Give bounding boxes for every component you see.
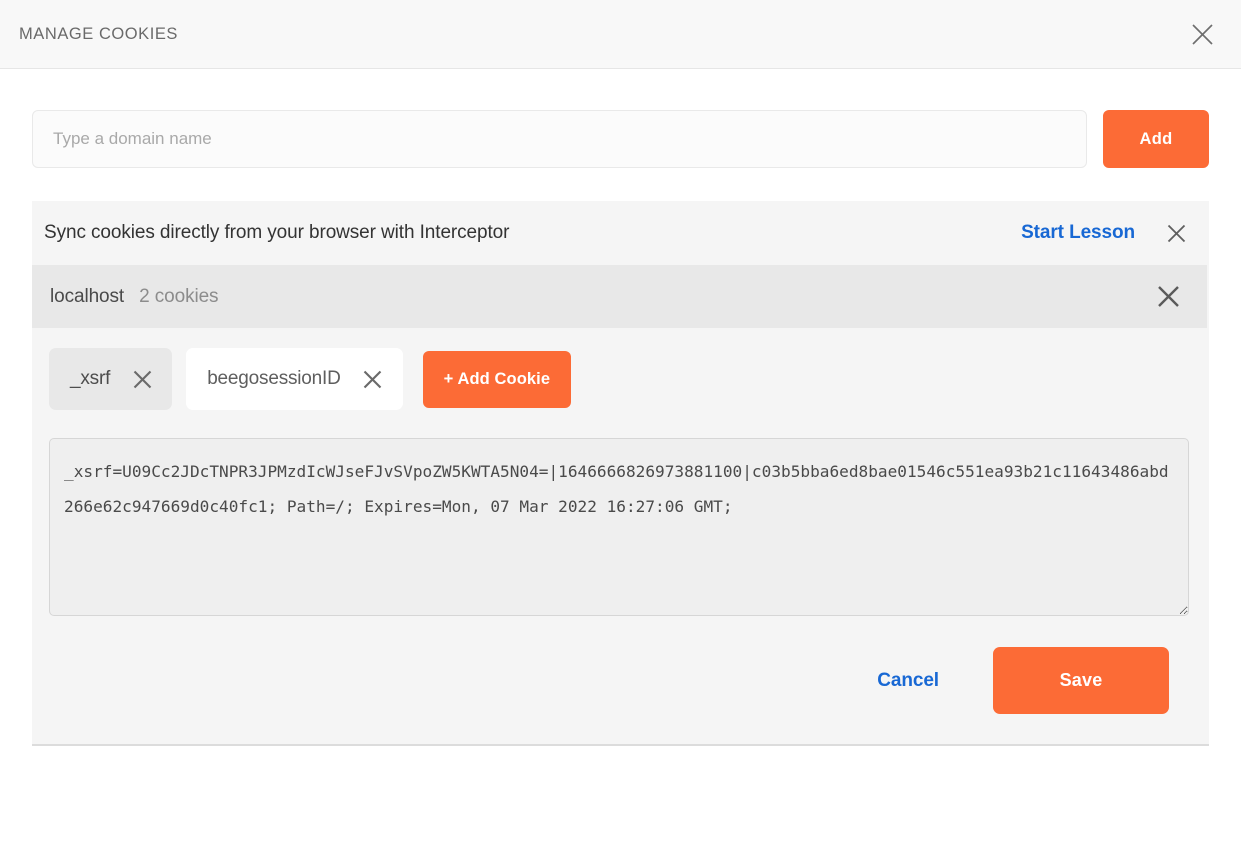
cookie-value-textarea[interactable] [49, 438, 1189, 616]
remove-domain-close-icon[interactable] [1153, 282, 1183, 312]
save-button[interactable]: Save [993, 647, 1169, 714]
modal-header: MANAGE COOKIES [0, 0, 1241, 69]
cookie-chip-label: _xsrf [70, 368, 111, 389]
cookie-chip-xsrf[interactable]: _xsrf [49, 348, 173, 410]
close-icon[interactable] [1185, 17, 1219, 51]
interceptor-banner-text: Sync cookies directly from your browser … [44, 222, 510, 243]
domain-group-header: localhost 2 cookies [32, 265, 1207, 328]
footer-actions: Cancel Save [49, 616, 1189, 744]
domain-cookie-count: 2 cookies [139, 285, 219, 307]
page-title: MANAGE COOKIES [19, 24, 178, 43]
domain-add-row: Add [32, 110, 1209, 168]
cookies-panel: Sync cookies directly from your browser … [32, 201, 1209, 746]
cancel-button[interactable]: Cancel [871, 669, 945, 693]
add-domain-button[interactable]: Add [1103, 110, 1209, 168]
remove-cookie-close-icon[interactable] [130, 367, 154, 391]
cookie-chip-beegosessionid[interactable]: beegosessionID [186, 348, 403, 410]
domain-group-name: localhost [50, 285, 125, 307]
add-cookie-button[interactable]: + Add Cookie [422, 350, 572, 408]
domain-name-input[interactable] [32, 110, 1087, 168]
dismiss-banner-close-icon[interactable] [1163, 220, 1189, 246]
modal-body: Add Sync cookies directly from your brow… [0, 69, 1241, 746]
start-lesson-link[interactable]: Start Lesson [1021, 222, 1135, 244]
cookie-editor: _xsrf beegosessionID + Add Cookie _xsrf=… [32, 328, 1209, 744]
interceptor-banner: Sync cookies directly from your browser … [32, 201, 1209, 265]
cookie-chip-list: _xsrf beegosessionID + Add Cookie [49, 348, 1189, 410]
remove-cookie-close-icon[interactable] [361, 367, 385, 391]
cookie-chip-label: beegosessionID [207, 368, 341, 389]
